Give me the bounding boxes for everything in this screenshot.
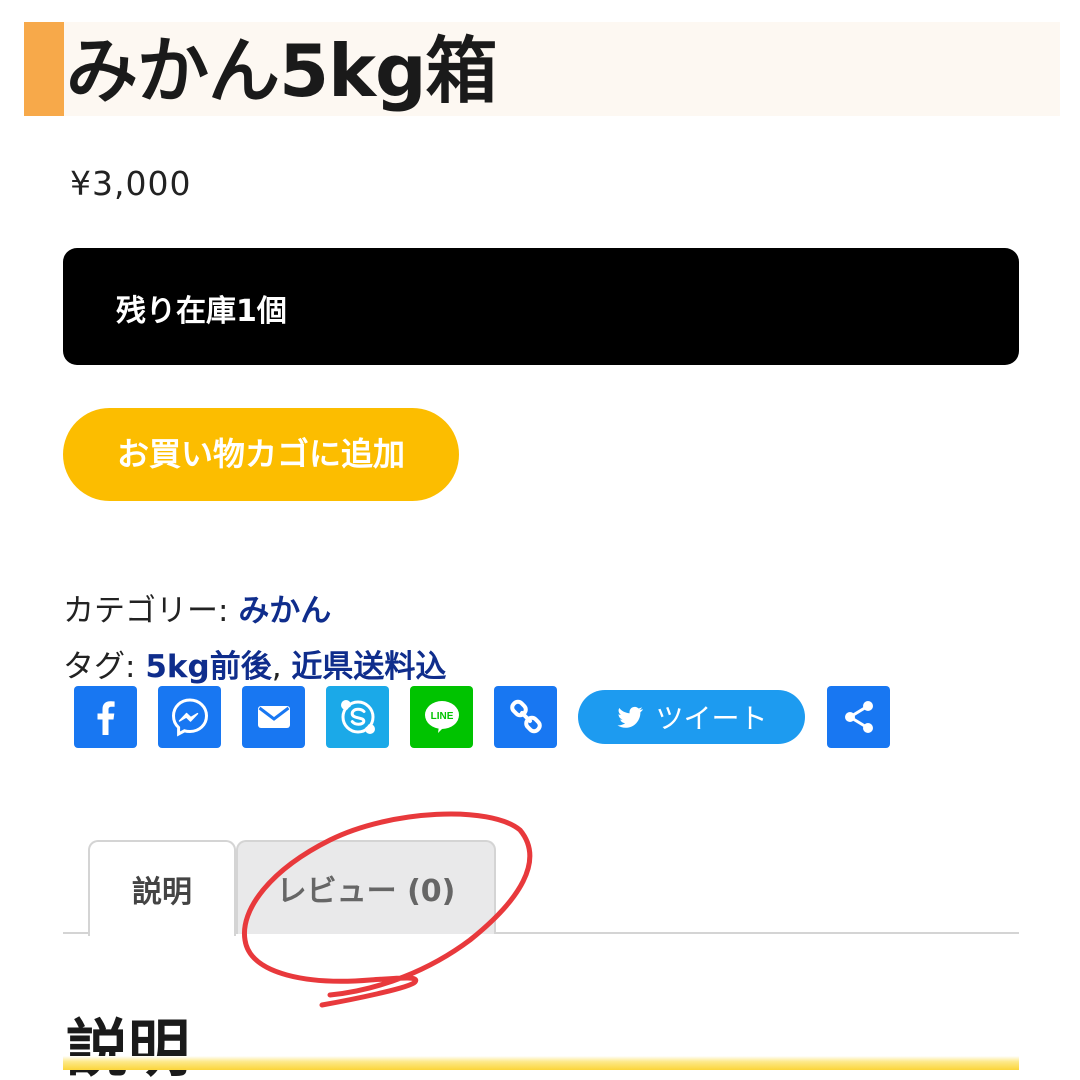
tag-link[interactable]: 5kg前後 (145, 649, 271, 685)
copy-link-share-button[interactable] (494, 686, 557, 748)
skype-icon (340, 700, 375, 734)
email-share-button[interactable] (242, 686, 305, 748)
product-category: カテゴリー: みかん (63, 585, 331, 630)
line-share-button[interactable]: LINE (410, 686, 473, 748)
svg-text:LINE: LINE (430, 711, 453, 722)
facebook-icon (97, 701, 115, 735)
stock-notice-text: 残り在庫1個 (116, 294, 287, 329)
tag-link[interactable]: 近県送料込 (291, 649, 446, 685)
messenger-share-button[interactable] (158, 686, 221, 748)
product-title: みかん5kg箱 (66, 29, 498, 113)
messenger-icon (171, 698, 208, 737)
title-accent-bar (24, 22, 64, 116)
section-underline (63, 1056, 1019, 1070)
product-tags: タグ: 5kg前後, 近県送料込 (63, 641, 446, 686)
facebook-share-button[interactable] (74, 686, 137, 748)
line-icon: LINE (424, 701, 459, 733)
share-button[interactable] (827, 686, 890, 748)
tweet-button[interactable]: ツイート (578, 690, 805, 744)
category-label: カテゴリー: (63, 593, 239, 629)
email-icon (257, 706, 290, 728)
tab-reviews[interactable]: レビュー (0) (236, 840, 496, 934)
add-to-cart-button[interactable]: お買い物カゴに追加 (63, 408, 459, 501)
tweet-label: ツイート (655, 702, 768, 735)
tag-label: タグ: (63, 649, 146, 685)
category-link[interactable]: みかん (238, 593, 331, 629)
twitter-bird-icon (617, 706, 644, 728)
copy-link-icon (509, 699, 542, 734)
skype-share-button[interactable] (326, 686, 389, 748)
tag-separator: , (271, 649, 292, 685)
tab-description[interactable]: 説明 (88, 840, 236, 936)
share-icon (844, 701, 873, 733)
product-price: ¥3,000 (70, 164, 192, 203)
